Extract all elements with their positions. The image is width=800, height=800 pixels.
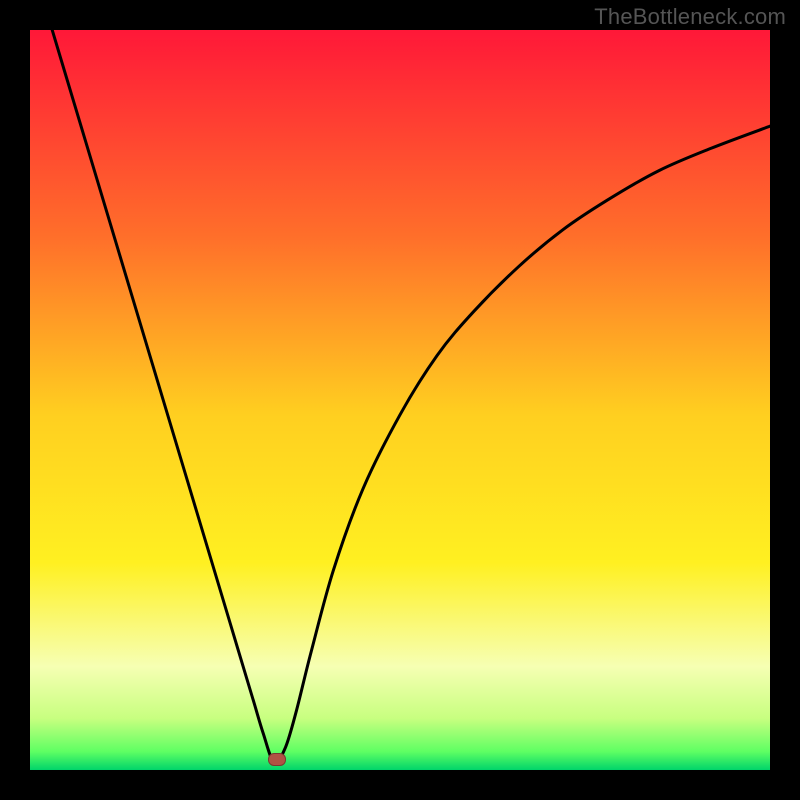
bottleneck-curve <box>30 30 770 770</box>
watermark-text: TheBottleneck.com <box>594 4 786 30</box>
optimal-marker <box>268 753 286 766</box>
chart-frame: TheBottleneck.com <box>0 0 800 800</box>
plot-area <box>30 30 770 770</box>
